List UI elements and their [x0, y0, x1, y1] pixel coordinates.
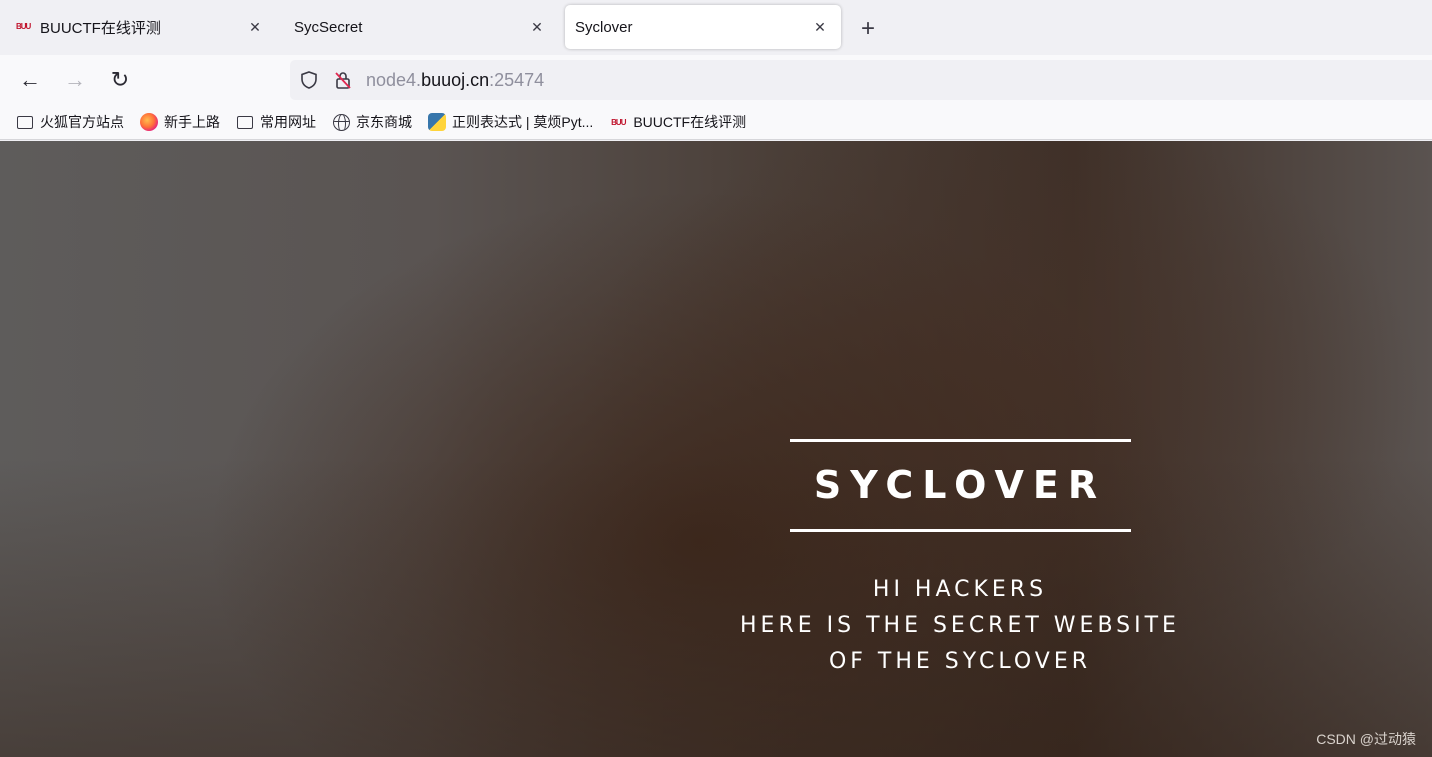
close-icon[interactable]: ✕ — [809, 16, 831, 38]
url-text[interactable]: node4.buuoj.cn:25474 — [366, 70, 544, 91]
bookmark-label: 火狐官方站点 — [40, 114, 124, 130]
insecure-lock-icon[interactable] — [330, 67, 356, 93]
hero-line-1: HI HACKERS — [872, 577, 1048, 602]
tab-strip: BUU BUUCTF在线评测 ✕ SycSecret ✕ Syclover ✕ … — [0, 0, 1432, 55]
bookmark-label: BUUCTF在线评测 — [633, 114, 747, 130]
firefox-icon — [140, 113, 158, 131]
buuctf-icon: BUU — [16, 22, 31, 31]
url-bar[interactable]: node4.buuoj.cn:25474 — [290, 60, 1432, 100]
bookmark-label: 正则表达式 | 莫烦Pyt... — [452, 114, 594, 130]
hero-line-3: OF THE SYCLOVER — [828, 649, 1092, 674]
tab-sycsecret[interactable]: SycSecret ✕ — [284, 5, 558, 49]
hero-text: HI HACKERS HERE IS THE SECRET WEBSITE OF… — [690, 572, 1230, 680]
bookmark-label: 新手上路 — [164, 114, 220, 130]
bookmark-buuctf[interactable]: BUU BUUCTF在线评测 — [609, 112, 746, 132]
new-tab-button[interactable]: + — [855, 15, 881, 42]
python-icon — [428, 113, 446, 131]
bookmark-label: 京东商城 — [356, 114, 412, 130]
bookmark-common-sites[interactable]: 常用网址 — [236, 112, 316, 132]
close-icon[interactable]: ✕ — [526, 16, 548, 38]
page-content: SYCLOVER HI HACKERS HERE IS THE SECRET W… — [0, 141, 1432, 757]
tab-syclover[interactable]: Syclover ✕ — [565, 5, 841, 49]
tab-title: Syclover — [575, 18, 633, 36]
bottom-divider — [790, 529, 1131, 532]
url-host: buuoj.cn — [421, 69, 490, 90]
bookmark-firefox-official[interactable]: 火狐官方站点 — [16, 112, 124, 132]
bookmark-jd[interactable]: 京东商城 — [332, 112, 412, 132]
tab-title: SycSecret — [294, 18, 363, 36]
bookmarks-bar: 火狐官方站点 新手上路 常用网址 京东商城 正则表达式 | 莫烦Pyt... B… — [0, 105, 1432, 140]
url-port: :25474 — [489, 69, 545, 90]
close-icon[interactable]: ✕ — [244, 16, 266, 38]
bookmark-regex[interactable]: 正则表达式 | 莫烦Pyt... — [428, 112, 593, 132]
url-prefix: node4. — [366, 69, 422, 90]
tab-title: BUUCTF在线评测 — [40, 19, 161, 37]
globe-icon — [332, 113, 350, 131]
folder-icon — [236, 113, 254, 131]
tab-buuctf[interactable]: BUU BUUCTF在线评测 ✕ — [6, 5, 276, 49]
shield-icon[interactable] — [296, 67, 322, 93]
buuctf-icon: BUU — [611, 117, 626, 127]
hero-line-2: HERE IS THE SECRET WEBSITE — [740, 613, 1180, 638]
bookmark-getting-started[interactable]: 新手上路 — [140, 112, 220, 132]
reload-button[interactable]: ↻ — [107, 67, 133, 93]
navigation-bar: ← → ↻ node4.buuoj.cn:25474 — [0, 55, 1432, 105]
top-divider — [790, 439, 1131, 442]
forward-button[interactable]: → — [62, 67, 88, 93]
back-button[interactable]: ← — [17, 67, 43, 93]
bookmark-label: 常用网址 — [260, 114, 316, 130]
brand-title: SYCLOVER — [813, 463, 1107, 507]
folder-icon — [16, 113, 34, 131]
watermark: CSDN @过动猿 — [1316, 731, 1416, 747]
